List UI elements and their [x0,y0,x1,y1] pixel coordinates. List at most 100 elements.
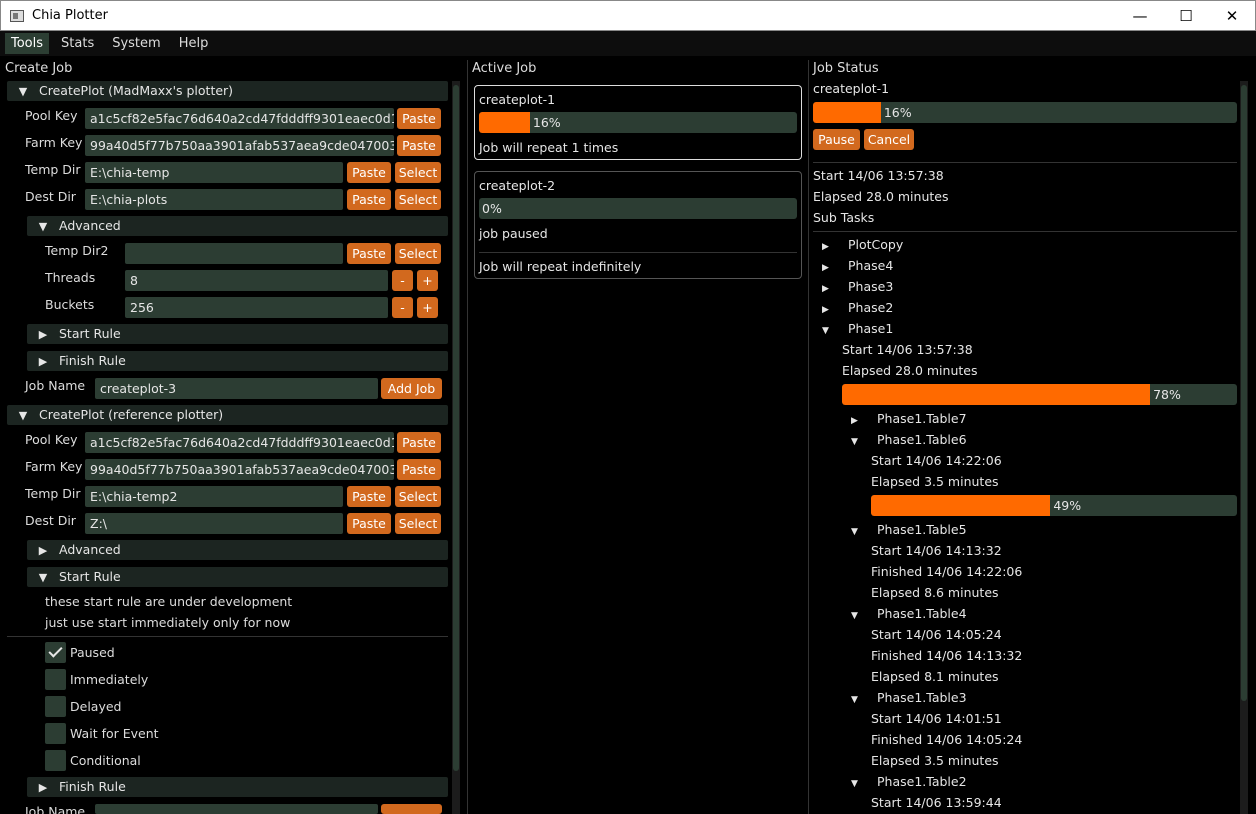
temp-dir-select-button[interactable]: Select [395,486,441,507]
expand-triangle-icon: ▶ [822,305,829,315]
task-phase4[interactable]: ▶ Phase4 [822,258,893,273]
job-status-scrollbar[interactable] [1240,81,1248,814]
paused-checkbox[interactable] [45,642,66,663]
table3-start: Start 14/06 14:01:51 [871,711,1002,726]
task-phase1-table6[interactable]: ▼ Phase1.Table6 [851,432,967,447]
task-phase1[interactable]: ▼ Phase1 [822,321,893,336]
task-phase1-table7[interactable]: ▶ Phase1.Table7 [851,411,967,426]
farm-key-input[interactable]: 99a40d5f77b750aa3901afab537aea9cde047003… [85,135,394,156]
collapse-triangle-icon: ▼ [38,571,48,584]
reference-section-header[interactable]: ▼ CreatePlot (reference plotter) [7,405,448,425]
wait-for-event-checkbox[interactable] [45,723,66,744]
temp-dir2-paste-button[interactable]: Paste [347,243,391,264]
active-job-card[interactable]: createplot-2 0% job paused Job will repe… [474,171,802,279]
phase1-elapsed: Elapsed 28.0 minutes [842,363,978,378]
dest-dir-input[interactable]: Z:\ [85,513,343,534]
conditional-checkbox[interactable] [45,750,66,771]
table4-finished: Finished 14/06 14:13:32 [871,648,1023,663]
expand-triangle-icon: ▶ [822,263,829,273]
dest-dir-select-button[interactable]: Select [395,189,441,210]
threads-input[interactable]: 8 [125,270,388,291]
pool-key-input[interactable]: a1c5cf82e5fac76d640a2cd47fdddff9301eaec0… [85,432,394,453]
temp-dir-select-button[interactable]: Select [395,162,441,183]
task-phase1-table5[interactable]: ▼ Phase1.Table5 [851,522,967,537]
scrollbar-thumb[interactable] [453,85,459,771]
temp-dir-input[interactable]: E:\chia-temp2 [85,486,343,507]
immediately-label: Immediately [70,672,149,687]
start-rule-section-header[interactable]: ▼ Start Rule [27,567,448,587]
farm-key-paste-button[interactable]: Paste [397,459,441,480]
buckets-decrement-button[interactable]: - [392,297,413,318]
menu-help[interactable]: Help [173,33,215,54]
threads-decrement-button[interactable]: - [392,270,413,291]
task-phase1-table3[interactable]: ▼ Phase1.Table3 [851,690,967,705]
expand-triangle-icon: ▶ [822,242,829,252]
temp-dir-paste-button[interactable]: Paste [347,486,391,507]
app-icon [10,9,24,22]
dest-dir-select-button[interactable]: Select [395,513,441,534]
madmax-section-header[interactable]: ▼ CreatePlot (MadMaxx's plotter) [7,81,448,101]
table3-finished: Finished 14/06 14:05:24 [871,732,1023,747]
dest-dir-label: Dest Dir [25,189,76,204]
menu-stats[interactable]: Stats [55,33,100,54]
finish-rule-section-header[interactable]: ▶ Finish Rule [27,777,448,797]
job-status-text: Job will repeat 1 times [479,140,619,155]
dest-dir-input[interactable]: E:\chia-plots [85,189,343,210]
buckets-input[interactable]: 256 [125,297,388,318]
job-name-input[interactable]: createplot-3 [95,378,378,399]
menu-tools[interactable]: Tools [5,33,50,54]
task-phase1-table4[interactable]: ▼ Phase1.Table4 [851,606,967,621]
progress-fill [871,495,1051,516]
pool-key-input[interactable]: a1c5cf82e5fac76d640a2cd47fdddff9301eaec0… [85,108,394,129]
add-job-button[interactable] [381,804,442,814]
dest-dir-paste-button[interactable]: Paste [347,513,391,534]
minimize-button[interactable]: — [1117,1,1163,31]
threads-increment-button[interactable]: + [417,270,438,291]
collapse-triangle-icon: ▼ [851,611,858,621]
buckets-increment-button[interactable]: + [417,297,438,318]
table5-finished: Finished 14/06 14:22:06 [871,564,1023,579]
pause-button[interactable]: Pause [813,129,860,150]
expand-triangle-icon: ▶ [38,328,48,341]
delayed-checkbox[interactable] [45,696,66,717]
temp-dir2-input[interactable] [125,243,343,264]
temp-dir-label: Temp Dir [25,162,81,177]
create-job-scrollbar[interactable] [452,81,460,814]
immediately-checkbox[interactable] [45,669,66,690]
active-job-header: Active Job [472,61,537,76]
temp-dir2-select-button[interactable]: Select [395,243,441,264]
task-plotcopy[interactable]: ▶ PlotCopy [822,237,903,252]
table6-start: Start 14/06 14:22:06 [871,453,1002,468]
advanced-section-header[interactable]: ▼ Advanced [27,216,448,236]
job-status-text: job paused [479,226,548,241]
task-phase3[interactable]: ▶ Phase3 [822,279,893,294]
collapse-triangle-icon: ▼ [18,409,28,422]
farm-key-input[interactable]: 99a40d5f77b750aa3901afab537aea9cde047003… [85,459,394,480]
panel-divider [467,60,468,814]
progress-text: 78% [1153,387,1181,402]
active-job-card[interactable]: createplot-1 16% Job will repeat 1 times [474,85,802,160]
add-job-button[interactable]: Add Job [381,378,442,399]
scrollbar-thumb[interactable] [1241,85,1247,701]
maximize-button[interactable]: ☐ [1163,1,1209,31]
advanced-section-header[interactable]: ▶ Advanced [27,540,448,560]
menu-system[interactable]: System [106,33,166,54]
temp-dir-paste-button[interactable]: Paste [347,162,391,183]
pool-key-paste-button[interactable]: Paste [397,108,441,129]
phase1-progress-bar: 78% [842,384,1237,405]
cancel-button[interactable]: Cancel [864,129,914,150]
expand-triangle-icon: ▶ [38,544,48,557]
pool-key-label: Pool Key [25,108,78,123]
task-phase1-table2[interactable]: ▼ Phase1.Table2 [851,774,967,789]
dest-dir-paste-button[interactable]: Paste [347,189,391,210]
job-name-input[interactable] [95,804,378,814]
task-phase2[interactable]: ▶ Phase2 [822,300,893,315]
finish-rule-section-header[interactable]: ▶ Finish Rule [27,351,448,371]
close-button[interactable]: ✕ [1209,1,1255,31]
farm-key-paste-button[interactable]: Paste [397,135,441,156]
pool-key-paste-button[interactable]: Paste [397,432,441,453]
progress-fill [813,102,881,123]
temp-dir-input[interactable]: E:\chia-temp [85,162,343,183]
divider [813,231,1237,232]
start-rule-section-header[interactable]: ▶ Start Rule [27,324,448,344]
